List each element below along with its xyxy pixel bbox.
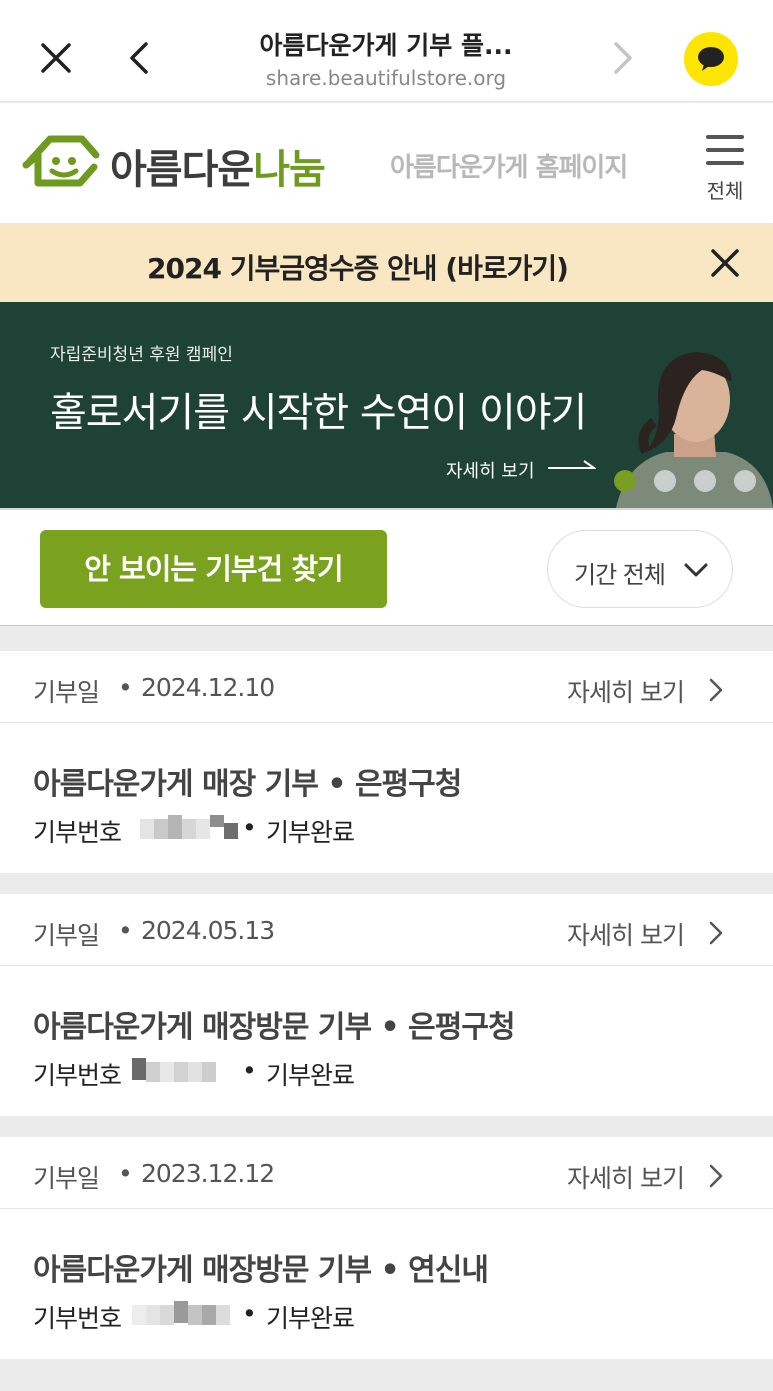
period-select-value: 기간 전체 xyxy=(574,561,666,589)
kakao-talk-button[interactable] xyxy=(684,32,738,86)
close-icon[interactable] xyxy=(36,38,76,78)
campaign-subtitle: 자립준비청년 후원 캠페인 xyxy=(50,345,233,365)
carousel-dot[interactable] xyxy=(654,470,676,492)
redacted-number-mosaic xyxy=(132,1058,216,1082)
house-logo-icon xyxy=(22,135,100,187)
separator: • xyxy=(118,673,133,702)
detail-link[interactable]: 자세히 보기 xyxy=(567,673,685,709)
separator: • xyxy=(118,1159,133,1188)
browser-toolbar: 아름다운가게 기부 플... share.beautifulstore.org xyxy=(0,0,773,102)
card-header: 기부일 • 2023.12.12 자세히 보기 xyxy=(0,1137,773,1209)
donation-status: 기부완료 xyxy=(266,1061,355,1090)
detail-link[interactable]: 자세히 보기 xyxy=(567,916,685,952)
logo-wordmark: 아름다운나눔 xyxy=(110,147,326,193)
campaign-title: 홀로서기를 시작한 수연이 이야기 xyxy=(50,390,587,436)
notice-text[interactable]: 2024 기부금영수증 안내 (바로가기) xyxy=(0,247,715,287)
site-header: 아름다운나눔 아름다운가게 홈페이지 전체 xyxy=(0,103,773,223)
browser-url[interactable]: share.beautifulstore.org xyxy=(200,66,572,90)
chevron-down-icon xyxy=(684,563,708,577)
donation-card: 기부일 • 2023.12.12 자세히 보기 아름다운가게 매장방문 기부 •… xyxy=(0,1137,773,1359)
donation-status: 기부완료 xyxy=(266,1304,355,1333)
carousel-indicators xyxy=(614,470,764,494)
donation-title: 아름다운가게 매장방문 기부 • 은평구청 xyxy=(33,1010,516,1045)
find-hidden-donations-button[interactable]: 안 보이는 기부건 찾기 xyxy=(40,530,387,608)
forward-arrow-icon[interactable] xyxy=(604,38,640,78)
donation-number-label: 기부번호 xyxy=(33,818,122,847)
separator: • xyxy=(242,1299,257,1328)
period-select[interactable]: 기간 전체 xyxy=(547,530,733,608)
date-label: 기부일 xyxy=(33,921,100,950)
menu-button[interactable]: 전체 xyxy=(700,129,750,209)
date-label: 기부일 xyxy=(33,1164,100,1193)
campaign-banner[interactable]: 자립준비청년 후원 캠페인 홀로서기를 시작한 수연이 이야기 자세히 보기 xyxy=(0,302,773,508)
separator: • xyxy=(118,916,133,945)
donation-number-label: 기부번호 xyxy=(33,1061,122,1090)
long-arrow-icon xyxy=(548,460,596,469)
chevron-right-icon[interactable] xyxy=(708,920,724,946)
campaign-more-link[interactable]: 자세히 보기 xyxy=(446,457,535,483)
beautiful-share-logo[interactable]: 아름다운나눔 xyxy=(22,131,332,197)
back-arrow-icon[interactable] xyxy=(122,38,158,78)
donation-date: 2023.12.12 xyxy=(141,1159,275,1188)
homepage-link[interactable]: 아름다운가게 홈페이지 xyxy=(390,147,628,184)
carousel-dot[interactable] xyxy=(734,470,756,492)
chat-bubble-icon xyxy=(698,47,724,71)
hamburger-icon xyxy=(706,135,744,165)
card-header: 기부일 • 2024.05.13 자세히 보기 xyxy=(0,894,773,966)
separator: • xyxy=(242,813,257,842)
donation-date: 2024.12.10 xyxy=(141,673,275,702)
chevron-right-icon[interactable] xyxy=(708,1163,724,1189)
donation-status: 기부완료 xyxy=(266,818,355,847)
donation-card: 기부일 • 2024.05.13 자세히 보기 아름다운가게 매장방문 기부 •… xyxy=(0,894,773,1116)
date-label: 기부일 xyxy=(33,678,100,707)
donation-title: 아름다운가게 매장 기부 • 은평구청 xyxy=(33,767,462,802)
notice-close-icon[interactable] xyxy=(706,244,744,282)
detail-link[interactable]: 자세히 보기 xyxy=(567,1159,685,1195)
receipt-notice-banner[interactable]: 2024 기부금영수증 안내 (바로가기) xyxy=(0,223,773,302)
carousel-dot[interactable] xyxy=(614,470,636,492)
filter-row: 안 보이는 기부건 찾기 기간 전체 xyxy=(0,508,773,626)
redacted-number-mosaic xyxy=(132,1301,230,1325)
donation-card: 기부일 • 2024.12.10 자세히 보기 아름다운가게 매장 기부 • 은… xyxy=(0,651,773,873)
browser-page-title: 아름다운가게 기부 플... xyxy=(259,31,513,60)
donation-date: 2024.05.13 xyxy=(141,916,275,945)
card-header: 기부일 • 2024.12.10 자세히 보기 xyxy=(0,651,773,723)
separator: • xyxy=(242,1056,257,1085)
menu-label: 전체 xyxy=(706,179,744,203)
donation-title: 아름다운가게 매장방문 기부 • 연신내 xyxy=(33,1253,489,1288)
redacted-number-mosaic xyxy=(140,815,238,839)
carousel-dot[interactable] xyxy=(694,470,716,492)
chevron-right-icon[interactable] xyxy=(708,677,724,703)
donation-number-label: 기부번호 xyxy=(33,1304,122,1333)
